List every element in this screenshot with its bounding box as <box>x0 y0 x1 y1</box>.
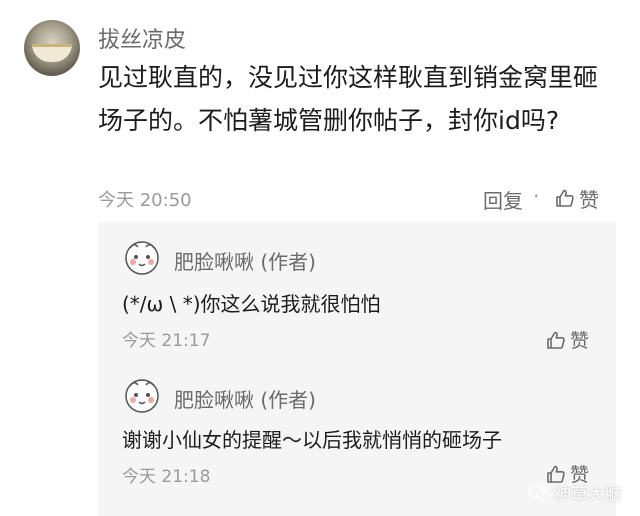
reply-text: 谢谢小仙女的提醒～以后我就悄悄的砸场子 <box>122 428 502 452</box>
comment-text: 见过耿直的，没见过你这样耿直到销金窝里砸场子的。不怕薯城管删你帖子，封你id吗? <box>98 63 599 135</box>
reply-username[interactable]: 肥脸啾啾 (作者) <box>174 246 316 275</box>
like-button[interactable]: 赞 <box>555 185 599 212</box>
watermark-text: 神草大脑 <box>554 485 622 505</box>
reply-time: 今天 21:17 <box>122 331 211 351</box>
reply-button[interactable]: 回复 <box>483 185 523 214</box>
author-avatar-icon[interactable] <box>122 376 162 416</box>
watermark: 神草大脑 <box>528 480 622 505</box>
like-label: 赞 <box>579 187 599 212</box>
reply-text: (*/ω \ *)你这么说我就很怕怕 <box>122 292 381 316</box>
avatar-image <box>32 44 72 62</box>
author-avatar-icon[interactable] <box>122 238 162 278</box>
reply-like-label: 赞 <box>570 330 590 352</box>
reply-username[interactable]: 肥脸啾啾 (作者) <box>174 384 316 413</box>
reply-time: 今天 21:18 <box>122 467 211 487</box>
comment-username[interactable]: 拔丝凉皮 <box>98 22 186 54</box>
comment-thread: 拔丝凉皮 见过耿直的，没见过你这样耿直到销金窝里砸场子的。不怕薯城管删你帖子，封… <box>0 0 640 516</box>
thumbs-up-icon <box>556 189 574 207</box>
comment-time: 今天 20:50 <box>98 190 192 211</box>
reply-like-button[interactable]: 赞 <box>546 326 589 353</box>
reply-section: 肥脸啾啾 (作者) (*/ω \ *)你这么说我就很怕怕 今天 21:17 赞 … <box>98 222 616 516</box>
user-avatar[interactable] <box>24 20 80 76</box>
separator-dot: · <box>533 184 540 208</box>
wechat-icon <box>528 484 550 501</box>
thumbs-up-icon <box>547 331 565 349</box>
